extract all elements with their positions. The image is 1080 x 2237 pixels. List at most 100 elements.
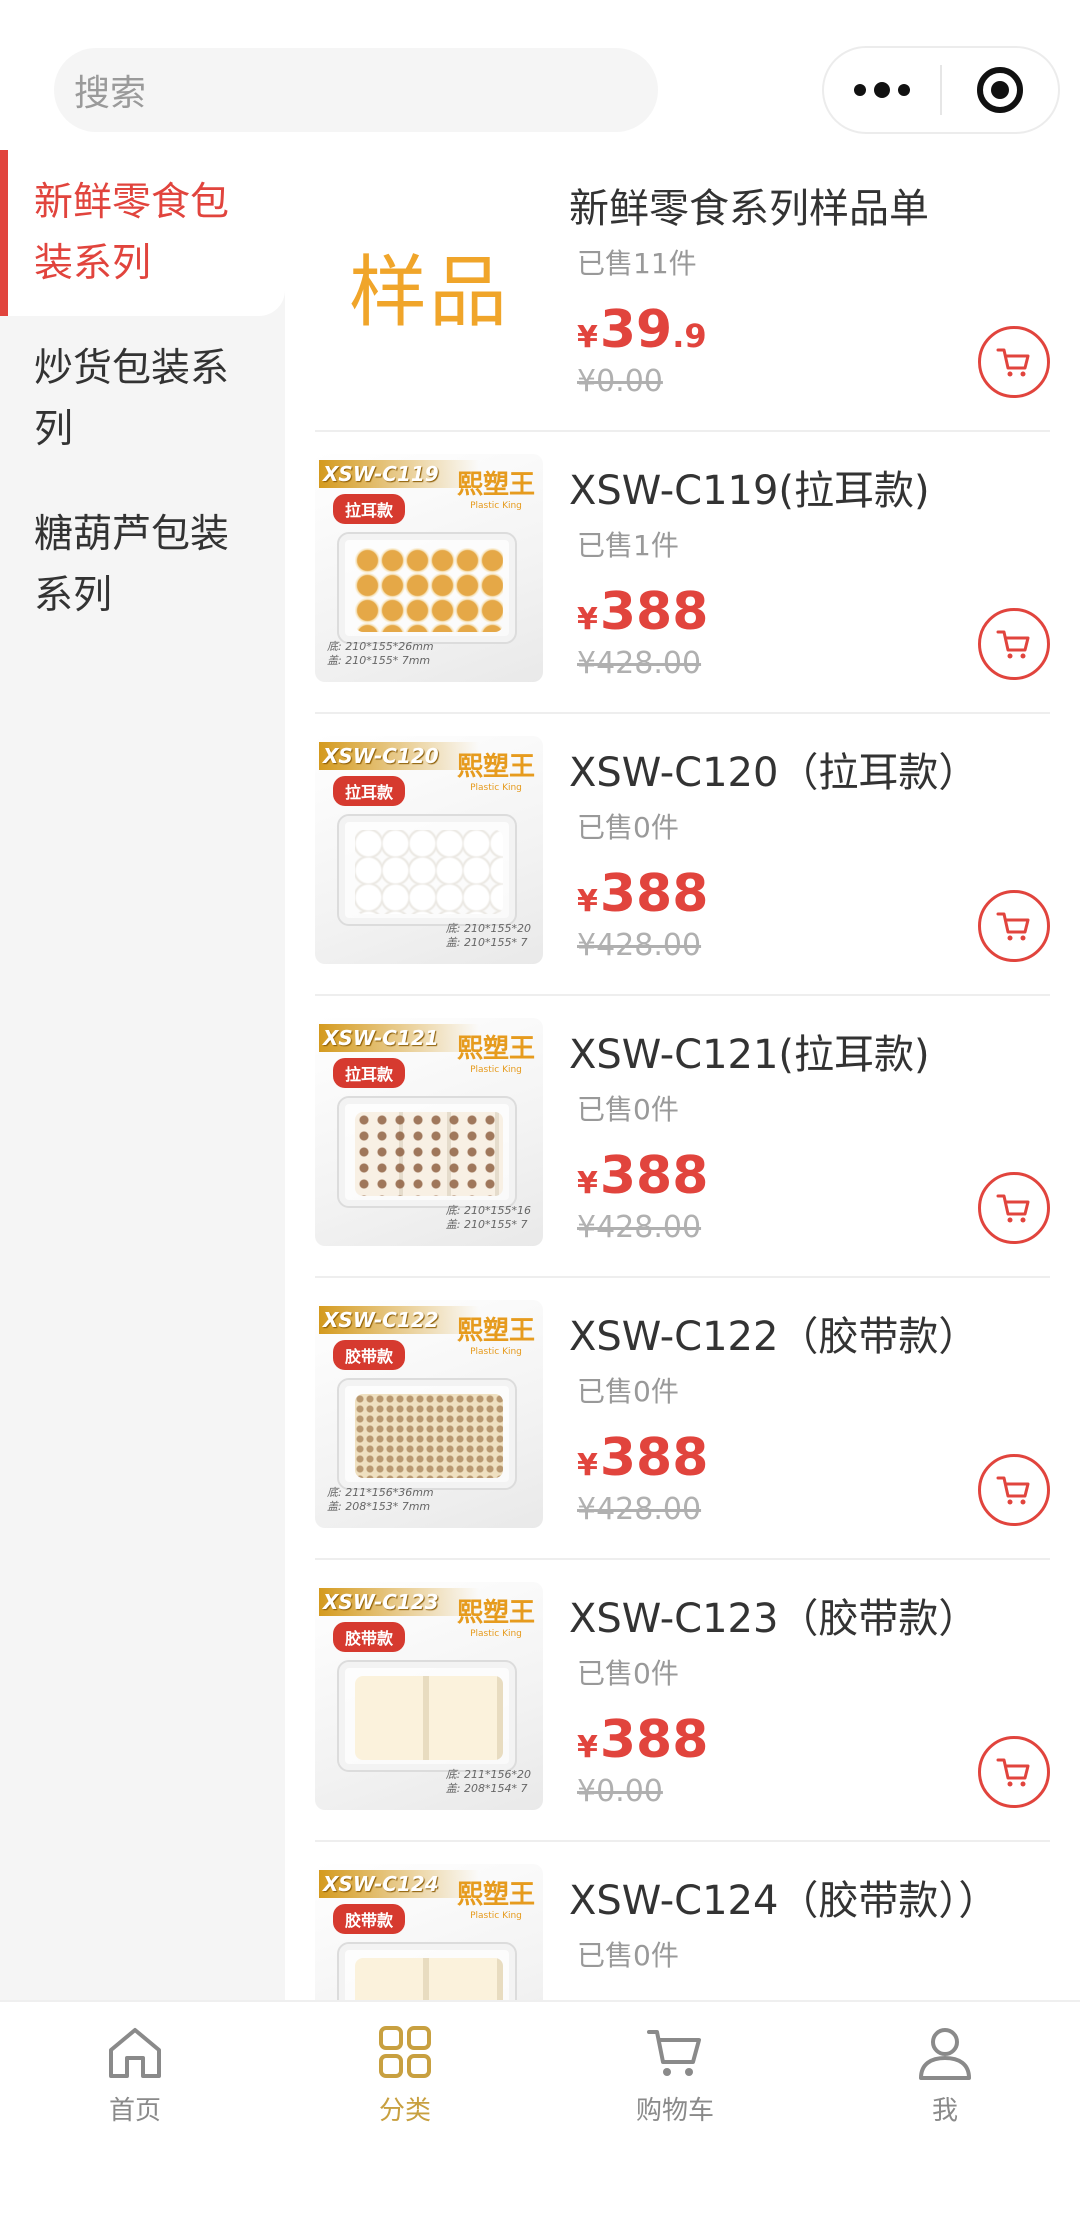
sold-count: 已售0件 [577, 1093, 679, 1126]
image-spec: 底: 210*155*16 盖: 210*155* 7 [446, 1204, 531, 1232]
brand-sub: Plastic King [470, 1911, 522, 1921]
price-integer: 388 [599, 582, 709, 642]
cart-icon [996, 1194, 1030, 1223]
cart-icon [996, 912, 1030, 941]
product-image[interactable]: XSW-C121 拉耳款 熙塑王 Plastic King 底: 210*155*… [315, 1018, 543, 1246]
sold-count: 已售0件 [577, 1375, 679, 1408]
mini-program-capsule [822, 46, 1060, 134]
price-integer: 388 [599, 1146, 709, 1206]
tab-me[interactable]: 我 [810, 2002, 1080, 2237]
tab-label: 分类 [378, 2096, 431, 2126]
product-item[interactable]: XSW-C121 拉耳款 熙塑王 Plastic King 底: 210*155*… [315, 996, 1050, 1278]
tab-home[interactable]: 首页 [0, 2002, 270, 2237]
price-decimal: .9 [672, 317, 707, 355]
brand-sub: Plastic King [470, 501, 522, 511]
spec-line: 盖: 208*153* 7mm [327, 1500, 431, 1513]
product-name: XSW-C120（拉耳款） [569, 750, 979, 796]
image-model-code: XSW-C123 [319, 1588, 479, 1616]
original-price: ¥428.00 [577, 1210, 702, 1245]
currency-symbol: ¥ [577, 1730, 598, 1765]
search-input[interactable]: 搜索 [54, 48, 658, 132]
brand-logo: 熙塑王 Plastic King [457, 746, 535, 793]
price-integer: 39 [599, 300, 673, 360]
brand-logo: 熙塑王 Plastic King [457, 1592, 535, 1639]
tray-illustration [337, 1378, 517, 1490]
product-list[interactable]: 样品 新鲜零食系列样品单 已售11件 ¥39.9 ¥0.00 XSW-C119 … [285, 150, 1080, 2000]
add-to-cart-button[interactable] [978, 1454, 1050, 1526]
brand-name: 熙塑王 [456, 1034, 535, 1064]
add-to-cart-button[interactable] [978, 1172, 1050, 1244]
sidebar-item-fresh-snacks[interactable]: 新鲜零食包装系列 [0, 150, 285, 316]
tab-category[interactable]: 分类 [270, 2002, 540, 2237]
product-image[interactable]: 样品 [315, 172, 543, 400]
brand-name: 熙塑王 [456, 470, 535, 500]
sold-count: 已售0件 [577, 1939, 679, 1972]
product-price: ¥388 [577, 582, 708, 642]
brand-logo: 熙塑王 Plastic King [457, 1874, 535, 1921]
tab-label: 购物车 [635, 2096, 714, 2126]
image-tag: 胶带款 [333, 1622, 406, 1652]
product-item[interactable]: XSW-C119 拉耳款 熙塑王 Plastic King 底: 210*155*… [315, 432, 1050, 714]
product-name: XSW-C122（胶带款） [569, 1314, 979, 1360]
spec-line: 底: 210*155*20 [445, 922, 531, 935]
product-image[interactable]: XSW-C119 拉耳款 熙塑王 Plastic King 底: 210*155*… [315, 454, 543, 682]
spec-line: 底: 210*155*16 [445, 1204, 531, 1217]
add-to-cart-button[interactable] [978, 890, 1050, 962]
tray-illustration [337, 532, 517, 644]
target-icon[interactable] [942, 48, 1058, 132]
product-name: XSW-C121(拉耳款) [569, 1032, 930, 1078]
image-model-code: XSW-C119 [319, 460, 479, 488]
original-price: ¥0.00 [577, 1774, 663, 1809]
tray-illustration [337, 1096, 517, 1208]
product-image[interactable]: XSW-C122 胶带款 熙塑王 Plastic King 底: 211*156*… [315, 1300, 543, 1528]
top-bar: 搜索 [0, 0, 1080, 150]
product-name: XSW-C124（胶带款）） [569, 1878, 999, 1924]
brand-logo: 熙塑王 Plastic King [457, 1310, 535, 1357]
product-item[interactable]: XSW-C122 胶带款 熙塑王 Plastic King 底: 211*156*… [315, 1278, 1050, 1560]
price-integer: 388 [599, 1710, 709, 1770]
image-model-code: XSW-C120 [319, 742, 479, 770]
tab-label: 首页 [108, 2096, 161, 2126]
image-tag: 胶带款 [333, 1340, 406, 1370]
add-to-cart-button[interactable] [978, 326, 1050, 398]
sold-count: 已售0件 [577, 811, 679, 844]
sidebar-item-roasted-nuts[interactable]: 炒货包装系列 [0, 316, 285, 482]
image-tag: 胶带款 [333, 1904, 406, 1934]
cart-icon [996, 1476, 1030, 1505]
image-spec: 底: 210*155*20 盖: 210*155* 7 [446, 922, 531, 950]
product-price: ¥388 [577, 864, 708, 924]
product-image[interactable]: XSW-C124 胶带款 熙塑王 Plastic King [315, 1864, 543, 2000]
product-item[interactable]: XSW-C123 胶带款 熙塑王 Plastic King 底: 211*156*… [315, 1560, 1050, 1842]
product-item[interactable]: XSW-C120 拉耳款 熙塑王 Plastic King 底: 210*155*… [315, 714, 1050, 996]
currency-symbol: ¥ [577, 1448, 598, 1483]
cart-icon [996, 1758, 1030, 1787]
product-image[interactable]: XSW-C123 胶带款 熙塑王 Plastic King 底: 211*156*… [315, 1582, 543, 1810]
search-placeholder: 搜索 [74, 73, 147, 114]
sold-count: 已售11件 [577, 247, 697, 280]
cart-icon [996, 630, 1030, 659]
category-grid-icon [379, 2026, 431, 2078]
image-tag: 拉耳款 [333, 776, 406, 806]
product-item[interactable]: 样品 新鲜零食系列样品单 已售11件 ¥39.9 ¥0.00 [315, 150, 1050, 432]
more-dots-icon[interactable] [824, 48, 940, 132]
currency-symbol: ¥ [577, 602, 598, 637]
brand-name: 熙塑王 [456, 1880, 535, 1910]
product-image[interactable]: XSW-C120 拉耳款 熙塑王 Plastic King 底: 210*155*… [315, 736, 543, 964]
currency-symbol: ¥ [577, 320, 598, 355]
add-to-cart-button[interactable] [978, 1736, 1050, 1808]
sidebar-item-tanghulu[interactable]: 糖葫芦包装系列 [0, 482, 285, 648]
brand-sub: Plastic King [470, 783, 522, 793]
product-price: ¥388 [577, 1146, 708, 1206]
product-name: XSW-C123（胶带款） [569, 1596, 979, 1642]
product-item[interactable]: XSW-C124 胶带款 熙塑王 Plastic King XSW-C124（胶带… [315, 1842, 1050, 2000]
image-model-code: XSW-C122 [319, 1306, 479, 1334]
product-name: 新鲜零食系列样品单 [569, 186, 929, 232]
product-name: XSW-C119(拉耳款) [569, 468, 930, 514]
brand-logo: 熙塑王 Plastic King [457, 464, 535, 511]
image-spec: 底: 211*156*36mm 盖: 208*153* 7mm [327, 1486, 434, 1514]
spec-line: 底: 211*156*20 [445, 1768, 531, 1781]
tab-cart[interactable]: 购物车 [540, 2002, 810, 2237]
cart-icon [647, 2030, 701, 2076]
add-to-cart-button[interactable] [978, 608, 1050, 680]
cart-icon [996, 348, 1030, 377]
